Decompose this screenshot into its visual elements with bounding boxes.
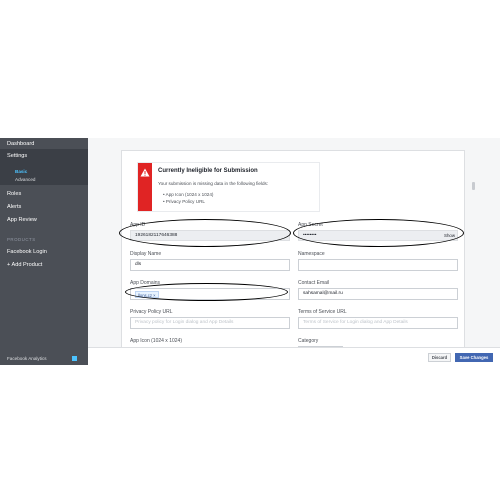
namespace-label: Namespace bbox=[298, 251, 325, 257]
display-name-input[interactable]: dls bbox=[130, 259, 290, 271]
warning-icon bbox=[140, 168, 150, 177]
contact-email-input[interactable]: sahsamal@mail.ru bbox=[298, 288, 458, 300]
warning-missing-item-text: Privacy Policy URL bbox=[165, 199, 205, 204]
app-domains-input[interactable]: llons.cz × bbox=[130, 288, 290, 300]
warning-missing-item: • Privacy Policy URL bbox=[163, 199, 205, 204]
warning-bar bbox=[138, 163, 152, 211]
app-domains-label: App Domains bbox=[130, 280, 161, 286]
sidebar: Dashboard Settings Basic Advanced Roles … bbox=[0, 138, 88, 365]
warning-missing-item: • App Icon (1024 x 1024) bbox=[163, 192, 214, 197]
app-secret-field: •••••••• Show bbox=[298, 230, 458, 241]
sidebar-add-product[interactable]: + Add Product bbox=[7, 262, 42, 268]
privacy-url-label: Privacy Policy URL bbox=[130, 309, 173, 315]
contact-email-label: Contact Email bbox=[298, 280, 330, 286]
privacy-url-placeholder: Privacy policy for Login dialog and App … bbox=[135, 320, 234, 325]
display-name-label: Display Name bbox=[130, 251, 162, 257]
warning-subtitle: Your submission is missing data in the f… bbox=[158, 181, 269, 186]
tos-url-placeholder: Terms of Service for Login dialog and Ap… bbox=[303, 320, 408, 325]
sidebar-products-header: PRODUCTS bbox=[7, 237, 36, 242]
submission-warning: Currently Ineligible for Submission Your… bbox=[137, 162, 320, 212]
sidebar-item-roles[interactable]: Roles bbox=[7, 191, 21, 197]
app-id-label: App ID bbox=[130, 222, 146, 228]
tos-url-label: Terms of Service URL bbox=[298, 309, 347, 315]
sidebar-item-dashboard[interactable]: Dashboard bbox=[7, 141, 34, 147]
sidebar-item-alerts[interactable]: Alerts bbox=[7, 204, 21, 210]
namespace-input[interactable] bbox=[298, 259, 458, 271]
domain-tag-remove-icon[interactable]: × bbox=[153, 293, 155, 298]
discard-button[interactable]: Discard bbox=[428, 353, 451, 362]
sidebar-item-facebook-login[interactable]: Facebook Login bbox=[7, 249, 47, 255]
tos-url-input[interactable]: Terms of Service for Login dialog and Ap… bbox=[298, 317, 458, 329]
app-secret-value: •••••••• bbox=[303, 233, 317, 238]
save-changes-button[interactable]: Save Changes bbox=[455, 353, 493, 362]
domain-tag-text: llons.cz bbox=[138, 293, 152, 298]
domain-tag: llons.cz × bbox=[135, 291, 159, 298]
app-icon-label: App Icon (1024 x 1024) bbox=[130, 338, 182, 344]
show-secret-button[interactable]: Show bbox=[444, 232, 455, 240]
sidebar-item-advanced[interactable]: Advanced bbox=[15, 177, 35, 182]
sidebar-item-basic[interactable]: Basic bbox=[15, 169, 27, 174]
app-secret-label: App Secret bbox=[298, 222, 323, 228]
sidebar-analytics-link[interactable]: Facebook Analytics bbox=[7, 356, 47, 361]
scrollbar-thumb[interactable] bbox=[472, 182, 475, 190]
privacy-url-input[interactable]: Privacy policy for Login dialog and App … bbox=[130, 317, 290, 329]
category-label: Category bbox=[298, 338, 319, 344]
app-id-field: 1926182117646388 bbox=[130, 230, 290, 241]
sidebar-item-app-review[interactable]: App Review bbox=[7, 217, 37, 223]
analytics-badge bbox=[72, 356, 77, 361]
warning-title: Currently Ineligible for Submission bbox=[158, 168, 258, 174]
warning-missing-item-text: App Icon (1024 x 1024) bbox=[165, 192, 214, 197]
sidebar-item-settings[interactable]: Settings bbox=[7, 153, 27, 159]
